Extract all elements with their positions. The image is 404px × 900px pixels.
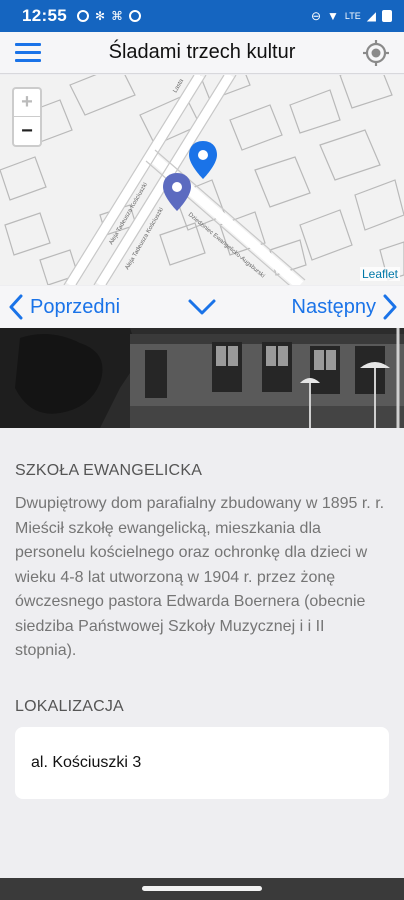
historic-building-photo — [0, 328, 404, 428]
system-icons: ⊖ ▼ LTE ◢ — [311, 9, 392, 23]
status-bar: 12:55 ✻ ⌘ ⊖ ▼ LTE ◢ — [0, 0, 404, 32]
place-description: Dwupiętrowy dom parafialny zbudowany w 1… — [15, 495, 385, 659]
place-navigation: Poprzedni Następny — [0, 286, 404, 328]
chevron-down-icon — [188, 299, 216, 315]
place-photo[interactable] — [0, 328, 404, 428]
address-card[interactable]: al. Kościuszki 3 — [15, 726, 389, 799]
zoom-control: + − — [12, 87, 42, 147]
notification-icons: ✻ ⌘ — [76, 9, 142, 23]
chevron-left-icon — [9, 294, 23, 320]
zoom-in-button[interactable]: + — [14, 89, 40, 117]
next-button[interactable]: Następny — [292, 294, 404, 320]
previous-button[interactable]: Poprzedni — [0, 294, 120, 320]
messenger-icon — [76, 10, 89, 22]
zoom-out-button[interactable]: − — [14, 117, 40, 145]
system-navigation-bar — [0, 878, 404, 900]
place-title: SZKOŁA EWANGELICKA — [15, 462, 203, 479]
location-heading: LOKALIZACJA — [15, 697, 124, 715]
map-view[interactable]: Lasta Aleja Tadeusza Kościuszki Aleja Ta… — [0, 75, 404, 285]
hamburger-menu-icon[interactable] — [0, 32, 56, 74]
status-time: 12:55 — [22, 6, 67, 25]
signal-icon: ◢ — [366, 9, 376, 23]
wifi-icon: ▼ — [327, 9, 339, 23]
at-sign-icon — [129, 10, 142, 22]
do-not-disturb-icon: ⊖ — [310, 9, 322, 23]
home-gesture-handle[interactable] — [142, 886, 262, 891]
network-type-label: LTE — [344, 11, 361, 21]
app-bar: Śladami trzech kultur — [0, 32, 404, 74]
address-text: al. Kościuszki 3 — [31, 753, 142, 771]
battery-icon — [382, 10, 392, 22]
chevron-right-icon — [383, 294, 397, 320]
fan-icon: ✻ — [94, 9, 106, 23]
map-marker-active-icon[interactable] — [186, 139, 220, 183]
expand-toggle-button[interactable] — [187, 298, 217, 316]
lab-icon: ⌘ — [111, 9, 124, 23]
app-title: Śladami trzech kultur — [108, 41, 296, 63]
gps-locate-icon[interactable] — [348, 32, 404, 74]
next-label: Następny — [291, 295, 377, 318]
previous-label: Poprzedni — [30, 295, 121, 318]
place-details: SZKOŁA EWANGELICKA Dwupiętrowy dom paraf… — [0, 428, 404, 878]
leaflet-attribution-link[interactable]: Leaflet — [359, 267, 400, 281]
